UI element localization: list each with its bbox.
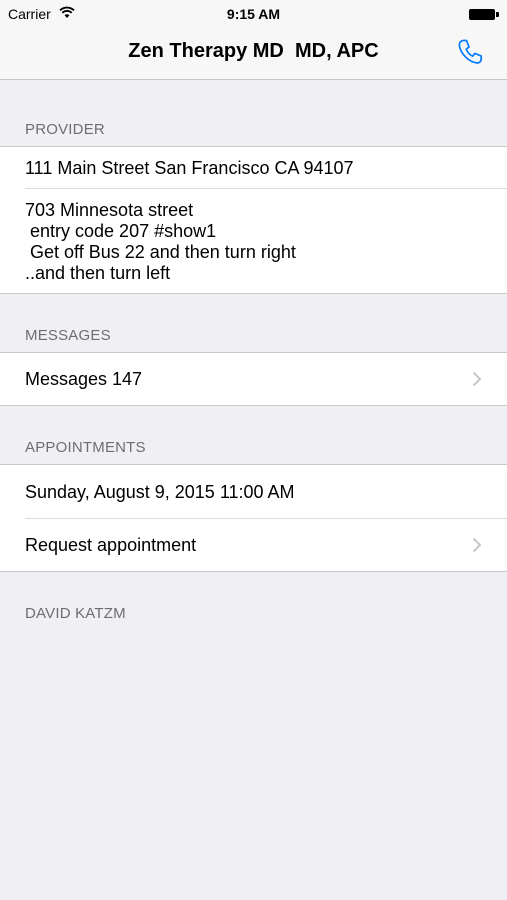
chevron-right-icon	[472, 371, 482, 387]
messages-label: Messages 147	[25, 369, 143, 389]
battery-icon	[469, 9, 499, 20]
provider-section-header: PROVIDER	[25, 121, 105, 138]
status-bar: Carrier 9:15 AM	[0, 0, 507, 28]
chevron-right-icon	[472, 537, 482, 553]
appointment-item[interactable]: Sunday, August 9, 2015 11:00 AM	[0, 465, 507, 518]
appointments-group: Sunday, August 9, 2015 11:00 AM Request …	[0, 464, 507, 572]
provider-group: 111 Main Street San Francisco CA 94107 7…	[0, 146, 507, 294]
appointments-section-header: APPOINTMENTS	[25, 439, 146, 456]
navigation-bar: Zen Therapy MD MD, APC	[0, 28, 507, 80]
messages-section-header: MESSAGES	[25, 327, 111, 344]
page-title: Zen Therapy MD MD, APC	[128, 40, 379, 62]
request-appointment-label: Request appointment	[25, 535, 197, 555]
call-button[interactable]	[455, 37, 485, 67]
footer-section-header: DAVID KATZM	[25, 605, 126, 622]
messages-group: Messages 147	[0, 352, 507, 406]
provider-directions-cell: 703 Minnesota street entry code 207 #sho…	[0, 188, 507, 293]
provider-address: 111 Main Street San Francisco CA 94107	[25, 158, 354, 178]
status-time: 9:15 AM	[226, 6, 281, 22]
provider-directions: 703 Minnesota street entry code 207 #sho…	[25, 200, 296, 283]
messages-cell[interactable]: Messages 147	[0, 353, 507, 405]
provider-address-cell: 111 Main Street San Francisco CA 94107	[0, 147, 507, 188]
phone-icon	[458, 39, 483, 64]
appointment-date: Sunday, August 9, 2015 11:00 AM	[25, 482, 295, 502]
request-appointment-cell[interactable]: Request appointment	[0, 518, 507, 571]
